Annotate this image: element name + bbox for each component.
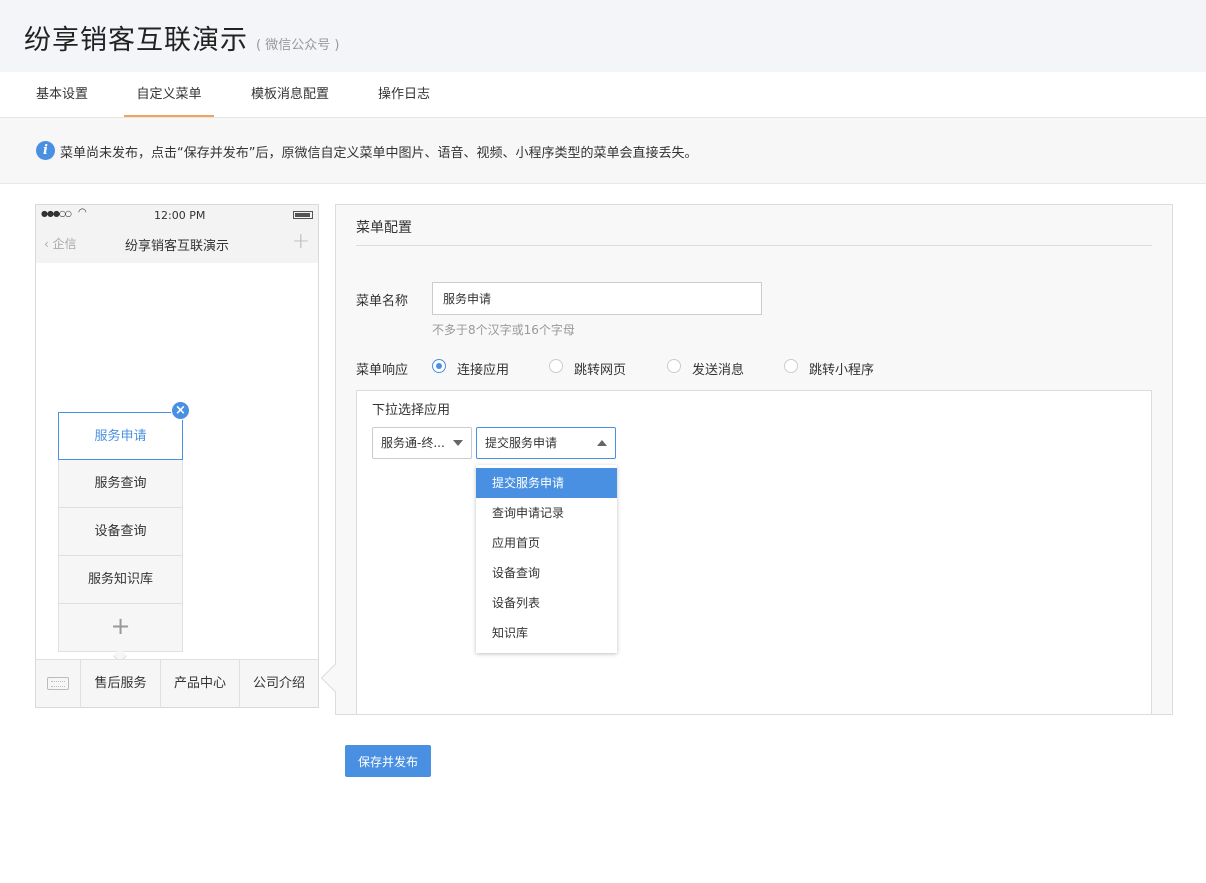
phone-status-bar: ●●●○○ ◠ 12:00 PM xyxy=(36,205,318,225)
submenu-list: 服务申请 服务查询 设备查询 服务知识库 + xyxy=(58,412,183,652)
page-select[interactable]: 提交服务申请 xyxy=(476,427,616,459)
phone-nav-bar: ‹ 企信 纷享销客互联演示 + xyxy=(36,225,318,263)
menu-config-panel: 菜单配置 菜单名称 不多于8个汉字或16个字母 菜单响应 连接应用 跳转网页 发… xyxy=(335,204,1173,715)
page-select-value: 提交服务申请 xyxy=(485,436,558,450)
tab-operation-log[interactable]: 操作日志 xyxy=(366,72,442,118)
app-select-label: 下拉选择应用 xyxy=(372,403,451,418)
menu-item-company-intro[interactable]: 公司介绍 xyxy=(240,660,318,708)
page-subtitle: ( 微信公众号 ) xyxy=(256,38,340,53)
signal-icon: ●●●○○ xyxy=(41,209,72,218)
notice-text: 菜单尚未发布，点击“保存并发布”后，原微信自定义菜单中图片、语音、视频、小程序类… xyxy=(60,146,698,161)
phone-nav-title: 纷享销客互联演示 xyxy=(124,239,229,254)
page-header: 纷享销客互联演示 ( 微信公众号 ) xyxy=(0,0,1206,72)
dropdown-option[interactable]: 设备查询 xyxy=(476,558,617,588)
menu-response-label: 菜单响应 xyxy=(356,363,409,378)
battery-icon xyxy=(293,211,313,219)
menu-name-hint: 不多于8个汉字或16个字母 xyxy=(432,323,575,337)
panel-title: 菜单配置 xyxy=(356,220,412,236)
add-submenu-button[interactable]: + xyxy=(58,604,183,652)
divider xyxy=(356,245,1152,246)
keyboard-icon[interactable] xyxy=(36,660,81,708)
menu-item-after-sales[interactable]: 售后服务 xyxy=(81,660,161,708)
submenu-item-service-query[interactable]: 服务查询 xyxy=(58,460,183,508)
submenu-item-device-query[interactable]: 设备查询 xyxy=(58,508,183,556)
chevron-up-icon xyxy=(597,440,607,446)
radio-dot xyxy=(549,359,563,373)
save-publish-button[interactable]: 保存并发布 xyxy=(345,745,431,777)
radio-dot xyxy=(432,359,446,373)
wifi-icon: ◠ xyxy=(78,207,87,218)
app-select[interactable]: 服务通-终... xyxy=(372,427,472,459)
phone-menu-bar: 售后服务 产品中心 公司介绍 xyxy=(36,659,318,708)
radio-label: 发送消息 xyxy=(692,363,745,378)
tab-basic-settings[interactable]: 基本设置 xyxy=(24,72,100,118)
menu-name-label: 菜单名称 xyxy=(356,294,409,309)
dropdown-option[interactable]: 查询申请记录 xyxy=(476,498,617,528)
tab-custom-menu[interactable]: 自定义菜单 xyxy=(124,72,214,117)
dropdown-option[interactable]: 知识库 xyxy=(476,618,617,648)
app-select-value: 服务通-终... xyxy=(381,436,445,450)
plus-icon: + xyxy=(110,612,131,640)
page-select-dropdown: 提交服务申请 查询申请记录 应用首页 设备查询 设备列表 知识库 xyxy=(476,465,617,653)
dropdown-option[interactable]: 提交服务申请 xyxy=(476,468,617,498)
chevron-down-icon xyxy=(453,440,463,446)
phone-time: 12:00 PM xyxy=(154,209,206,222)
page-title: 纷享销客互联演示 xyxy=(24,25,248,56)
plus-icon: + xyxy=(291,229,310,254)
radio-label: 跳转网页 xyxy=(574,363,627,378)
tab-bar: 基本设置 自定义菜单 模板消息配置 操作日志 xyxy=(0,72,1206,118)
submenu-item-service-apply[interactable]: 服务申请 xyxy=(58,412,183,460)
notice-bar: i 菜单尚未发布，点击“保存并发布”后，原微信自定义菜单中图片、语音、视频、小程… xyxy=(0,118,1206,184)
radio-label: 跳转小程序 xyxy=(809,363,875,378)
radio-dot xyxy=(667,359,681,373)
menu-name-input[interactable] xyxy=(432,282,762,315)
info-icon: i xyxy=(36,141,55,160)
phone-preview: ●●●○○ ◠ 12:00 PM ‹ 企信 纷享销客互联演示 + 服务申请 服务… xyxy=(35,204,319,708)
submenu-item-knowledge-base[interactable]: 服务知识库 xyxy=(58,556,183,604)
close-icon[interactable]: × xyxy=(171,401,190,420)
radio-dot xyxy=(784,359,798,373)
dropdown-option[interactable]: 应用首页 xyxy=(476,528,617,558)
dropdown-option[interactable]: 设备列表 xyxy=(476,588,617,618)
tab-template-message[interactable]: 模板消息配置 xyxy=(238,72,342,118)
radio-label: 连接应用 xyxy=(457,363,510,378)
menu-item-product-center[interactable]: 产品中心 xyxy=(161,660,240,708)
